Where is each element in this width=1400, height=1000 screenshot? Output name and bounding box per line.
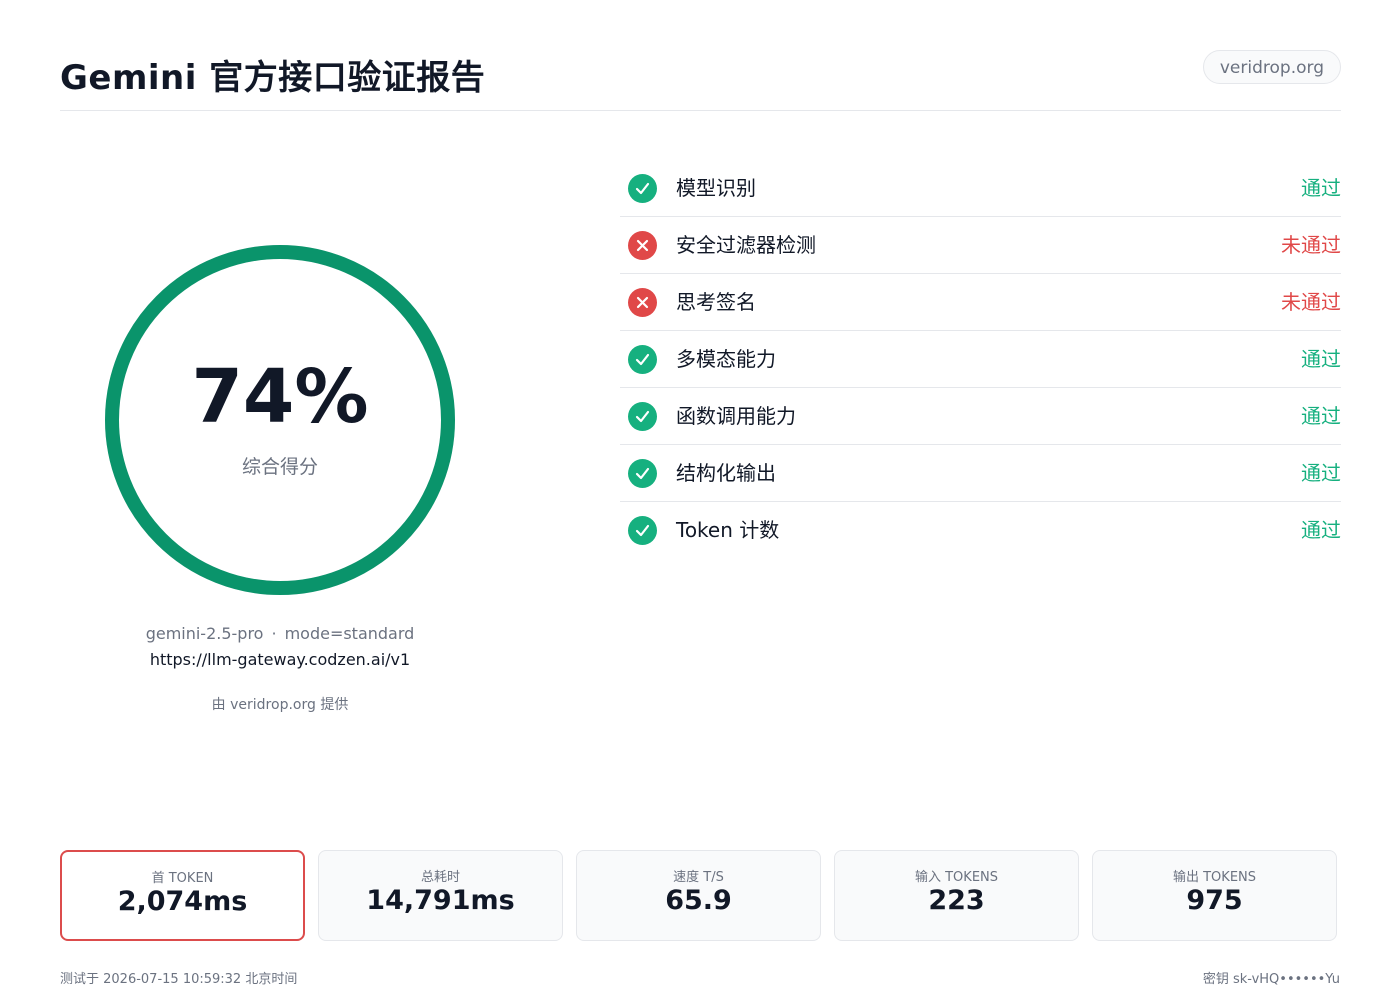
score-caption: 综合得分 (241, 456, 318, 478)
check-row: Token 计数 通过 (620, 502, 1341, 558)
check-result: 通过 (1301, 461, 1341, 485)
check-label: 思考签名 (676, 290, 756, 314)
metric-value: 975 (1186, 885, 1243, 916)
check-icon (628, 459, 657, 488)
endpoint-url[interactable]: https://llm-gateway.codzen.ai/v1 (80, 650, 480, 669)
model-info: gemini-2.5-pro · mode=standard (80, 624, 480, 643)
check-row: 模型识别 通过 (620, 160, 1341, 217)
check-row: 函数调用能力 通过 (620, 388, 1341, 445)
check-list: 模型识别 通过 安全过滤器检测 未通过 思考签名 未通过 多模态能力 通过 函数调用能力 通过 结构… (620, 160, 1341, 558)
metric-card: 总耗时 14,791ms (318, 850, 563, 941)
check-label: 安全过滤器检测 (676, 233, 816, 257)
report-header: Gemini 官方接口验证报告 veridrop.org (60, 40, 1341, 111)
check-icon (628, 174, 657, 203)
check-result: 未通过 (1281, 290, 1341, 314)
score-gauge: 74% 综合得分 (100, 240, 460, 600)
model-name: gemini-2.5-pro (145, 624, 264, 643)
metric-label: 首 TOKEN (151, 871, 214, 886)
check-label: Token 计数 (676, 518, 780, 542)
check-result: 未通过 (1281, 233, 1341, 257)
metric-value: 65.9 (665, 885, 732, 916)
metric-card: 输入 TOKENS 223 (834, 850, 1079, 941)
metric-value: 223 (928, 885, 985, 916)
check-icon (628, 402, 657, 431)
check-label: 多模态能力 (676, 347, 776, 371)
check-result: 通过 (1301, 176, 1341, 200)
check-row: 多模态能力 通过 (620, 331, 1341, 388)
test-timestamp: 测试于 2026-07-15 10:59:32 北京时间 (60, 972, 298, 987)
metric-card: 速度 T/S 65.9 (576, 850, 821, 941)
check-label: 模型识别 (676, 176, 756, 200)
api-key-masked: 密钥 sk-vHQ••••••Yu (1202, 972, 1340, 987)
powered-by: 由 veridrop.org 提供 (211, 697, 349, 713)
metric-value: 2,074ms (117, 886, 248, 917)
check-label: 结构化输出 (676, 461, 776, 485)
metric-label: 输出 TOKENS (1172, 870, 1257, 885)
metric-card: 输出 TOKENS 975 (1092, 850, 1337, 941)
metric-value: 14,791ms (366, 885, 515, 916)
check-result: 通过 (1301, 518, 1341, 542)
metrics-bar: 首 TOKEN 2,074ms 总耗时 14,791ms 速度 T/S 65.9 输入 TO… (60, 850, 1340, 942)
check-result: 通过 (1301, 404, 1341, 428)
cross-icon (628, 231, 657, 260)
domain-badge[interactable]: veridrop.org (1202, 50, 1341, 84)
check-icon (628, 516, 657, 545)
check-row: 结构化输出 通过 (620, 445, 1341, 502)
metric-label: 速度 T/S (673, 870, 724, 885)
check-icon (628, 345, 657, 374)
metric-label: 总耗时 (420, 870, 460, 885)
check-row: 安全过滤器检测 未通过 (620, 217, 1341, 274)
check-result: 通过 (1301, 347, 1341, 371)
metric-card: 首 TOKEN 2,074ms (60, 850, 305, 941)
metric-label: 输入 TOKENS (914, 870, 999, 885)
score-value: 74% (191, 354, 369, 440)
page-title: Gemini 官方接口验证报告 (60, 58, 486, 98)
separator: · (271, 624, 277, 643)
check-row: 思考签名 未通过 (620, 274, 1341, 331)
check-label: 函数调用能力 (676, 404, 796, 428)
cross-icon (628, 288, 657, 317)
model-mode: mode=standard (284, 624, 415, 643)
